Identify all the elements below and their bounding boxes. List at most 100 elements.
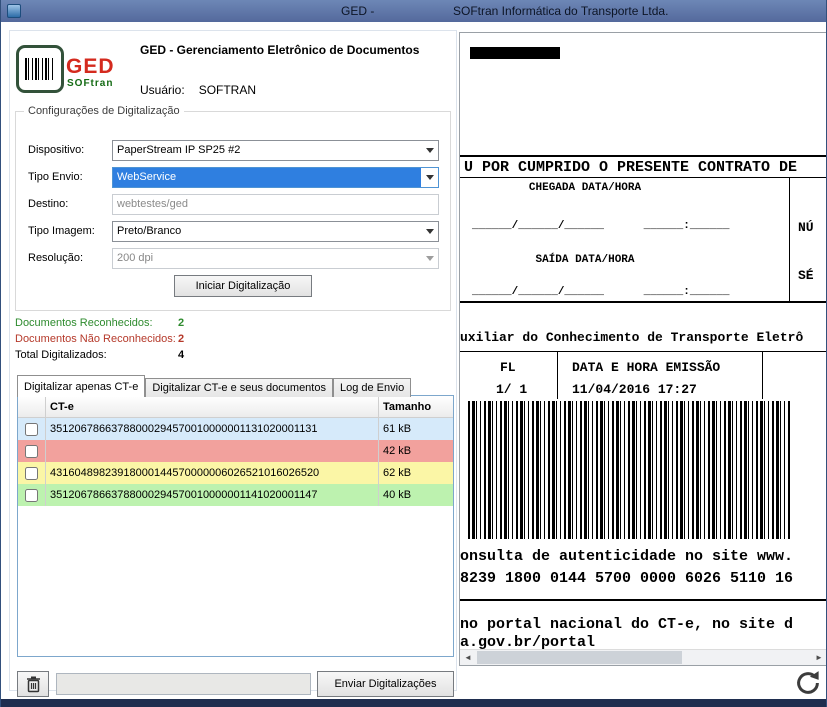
- logo-text: GED: [66, 55, 115, 79]
- tabstrip: Digitalizar apenas CT-e Digitalizar CT-e…: [17, 375, 411, 397]
- send-type-value: WebService: [113, 168, 421, 187]
- scrollbar-thumb[interactable]: [477, 651, 682, 664]
- file-size: 61 kB: [379, 418, 453, 440]
- scroll-left-button[interactable]: ◄: [460, 650, 476, 665]
- doc-rule: [460, 177, 827, 178]
- table-row[interactable]: 42 kB: [18, 440, 453, 462]
- row-checkbox[interactable]: [25, 489, 38, 502]
- ged-logo: [16, 45, 64, 93]
- send-type-select[interactable]: WebService: [112, 167, 439, 188]
- user-value: SOFTRAN: [199, 83, 256, 97]
- device-select[interactable]: PaperStream IP SP25 #2: [112, 140, 439, 161]
- refresh-button[interactable]: [793, 668, 823, 698]
- total-count-line: Total Digitalizados: 4: [15, 349, 345, 361]
- doc-numero-partial: NÚ: [798, 221, 814, 234]
- image-type-select[interactable]: Preto/Branco: [112, 221, 439, 242]
- scroll-right-button[interactable]: ►: [811, 650, 827, 665]
- doc-portal-line: no portal nacional do CT-e, no site d: [460, 617, 793, 632]
- total-value: 4: [178, 349, 184, 361]
- chevron-down-icon[interactable]: [421, 222, 438, 241]
- document-preview: U POR CUMPRIDO O PRESENTE CONTRATO DE CH…: [459, 32, 827, 666]
- window-title-company: SOFtran Informática do Transporte Ltda.: [453, 4, 668, 18]
- tab-digitalizar-cte-documentos[interactable]: Digitalizar CT-e e seus documentos: [145, 378, 333, 397]
- app-window: GED - SOFtran Informática do Transporte …: [0, 0, 827, 707]
- group-title: Configurações de Digitalização: [24, 105, 184, 117]
- total-label: Total Digitalizados:: [15, 349, 107, 361]
- device-value: PaperStream IP SP25 #2: [113, 141, 421, 160]
- doc-rule: [460, 301, 827, 303]
- doc-portal-url: a.gov.br/portal: [460, 635, 595, 650]
- cte-table: CT-e Tamanho 351206786637880002945700100…: [17, 395, 454, 657]
- resolution-select[interactable]: 200 dpi: [112, 248, 439, 269]
- column-header-cte[interactable]: CT-e: [46, 396, 379, 417]
- cte-number: 3512067866378800029457001000000113102000…: [46, 418, 379, 440]
- scroll-right-icon: ►: [815, 653, 823, 662]
- table-row[interactable]: 4316048982391800014457000000602652101602…: [18, 462, 453, 484]
- horizontal-scrollbar[interactable]: ◄ ►: [460, 649, 827, 665]
- recognized-value: 2: [178, 317, 184, 329]
- start-scan-button[interactable]: Iniciar Digitalização: [174, 275, 312, 297]
- doc-rule: [557, 351, 558, 399]
- not-recognized-value: 2: [178, 333, 184, 345]
- doc-rule: [789, 177, 790, 303]
- checkbox-cell: [18, 484, 46, 506]
- file-size: 62 kB: [379, 462, 453, 484]
- chevron-down-icon[interactable]: [421, 168, 438, 187]
- checkbox-cell: [18, 462, 46, 484]
- user-line: Usuário: SOFTRAN: [140, 83, 256, 97]
- image-type-label: Tipo Imagem:: [28, 225, 95, 237]
- doc-rule: [762, 351, 763, 399]
- doc-emissao-value: 11/04/2016 17:27: [572, 383, 697, 396]
- file-size: 42 kB: [379, 440, 453, 462]
- resolution-value: 200 dpi: [113, 249, 421, 268]
- doc-rule: [460, 351, 827, 352]
- row-checkbox[interactable]: [25, 445, 38, 458]
- checkbox-cell: [18, 440, 46, 462]
- table-row[interactable]: 3512067866378800029457001000000114102000…: [18, 484, 453, 506]
- cte-number: [46, 440, 379, 462]
- row-checkbox[interactable]: [25, 423, 38, 436]
- table-row[interactable]: 3512067866378800029457001000000113102000…: [18, 418, 453, 440]
- send-scans-button[interactable]: Enviar Digitalizações: [317, 671, 454, 697]
- cte-number: 4316048982391800014457000000602652101602…: [46, 462, 379, 484]
- tab-digitalizar-apenas-cte[interactable]: Digitalizar apenas CT-e: [17, 375, 145, 397]
- not-recognized-label: Documentos Não Reconhecidos:: [15, 333, 176, 345]
- destination-field[interactable]: webtestes/ged: [112, 194, 439, 215]
- doc-fl-label: FL: [500, 361, 516, 374]
- tab-log-de-envio[interactable]: Log de Envio: [333, 378, 411, 397]
- user-label: Usuário:: [140, 83, 185, 97]
- app-icon: [7, 4, 21, 18]
- device-label: Dispositivo:: [28, 144, 84, 156]
- cte-number: 3512067866378800029457001000000114102000…: [46, 484, 379, 506]
- doc-contract-line: U POR CUMPRIDO O PRESENTE CONTRATO DE: [464, 160, 797, 175]
- scroll-left-icon: ◄: [464, 653, 472, 662]
- chevron-down-icon[interactable]: [421, 141, 438, 160]
- scan-config-group: Configurações de Digitalização Dispositi…: [15, 111, 451, 311]
- trash-icon: [26, 676, 41, 693]
- recognized-label: Documentos Reconhecidos:: [15, 317, 153, 329]
- image-type-value: Preto/Branco: [113, 222, 421, 241]
- delete-button[interactable]: [17, 671, 49, 697]
- doc-rule: [460, 599, 827, 601]
- doc-barcode-digits: 8239 1800 0144 5700 0000 6026 5110 16: [460, 571, 793, 586]
- logo-subtext: SOFtran: [67, 78, 113, 89]
- client-area: GED SOFtran GED - Gerenciamento Eletrôni…: [1, 22, 826, 699]
- doc-rule: [460, 155, 827, 157]
- checkbox-column-header: [18, 396, 46, 417]
- doc-emissao-label: DATA E HORA EMISSÃO: [572, 361, 720, 374]
- destination-label: Destino:: [28, 198, 68, 210]
- chevron-down-icon: [421, 249, 438, 268]
- barcode-logo-icon: [25, 58, 55, 80]
- row-checkbox[interactable]: [25, 467, 38, 480]
- checkbox-cell: [18, 418, 46, 440]
- doc-blank-datetime: ______/______/______ ______:______: [472, 221, 729, 232]
- not-recognized-count-line: Documentos Não Reconhecidos: 2: [15, 333, 345, 345]
- doc-serie-partial: SÉ: [798, 269, 814, 282]
- doc-consulta-line: onsulta de autenticidade no site www.: [460, 549, 793, 564]
- column-header-size[interactable]: Tamanho: [379, 396, 453, 417]
- resolution-label: Resolução:: [28, 252, 83, 264]
- doc-black-mark: [470, 47, 560, 59]
- doc-fl-value: 1/ 1: [496, 383, 527, 396]
- recognized-count-line: Documentos Reconhecidos: 2: [15, 317, 345, 329]
- titlebar: GED - SOFtran Informática do Transporte …: [1, 0, 826, 22]
